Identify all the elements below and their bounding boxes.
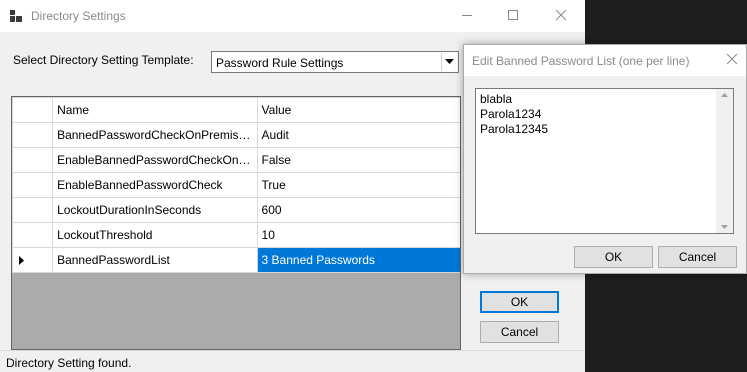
table-row-selected[interactable]: BannedPasswordList 3 Banned Passwords (12, 247, 460, 273)
settings-grid[interactable]: Name Value BannedPasswordCheckOnPremises… (11, 96, 461, 350)
vertical-scrollbar[interactable] (716, 89, 733, 233)
dialog-title-bar: Edit Banned Password List (one per line) (464, 45, 746, 76)
setting-name-cell[interactable]: EnableBannedPasswordCheck (52, 172, 258, 198)
status-text: Directory Setting found. (6, 356, 132, 370)
template-selected-value: Password Rule Settings (216, 56, 344, 70)
table-row[interactable]: LockoutDurationInSeconds 600 (12, 197, 460, 223)
status-bar: Directory Setting found. (0, 350, 585, 372)
edit-banned-password-dialog: Edit Banned Password List (one per line)… (463, 44, 747, 274)
dialog-ok-button[interactable]: OK (574, 246, 653, 268)
setting-name-cell[interactable]: BannedPasswordCheckOnPremisesMode (52, 122, 258, 148)
maximize-button[interactable] (491, 0, 537, 32)
table-row[interactable]: EnableBannedPasswordCheckOnPremises Fals… (12, 147, 460, 173)
title-bar: Directory Settings (0, 0, 585, 32)
setting-name-cell[interactable]: LockoutThreshold (52, 222, 258, 248)
row-header[interactable] (12, 122, 54, 148)
scroll-up-arrow-icon[interactable] (721, 93, 728, 97)
row-header[interactable] (12, 247, 54, 273)
table-row[interactable]: EnableBannedPasswordCheck True (12, 172, 460, 198)
column-header-name[interactable]: Name (52, 97, 258, 123)
dialog-cancel-button[interactable]: Cancel (658, 246, 737, 268)
row-header[interactable] (12, 222, 54, 248)
template-dropdown[interactable]: Password Rule Settings (211, 51, 459, 73)
setting-value-cell[interactable]: 600 (256, 197, 460, 223)
grid-header-row: Name Value (12, 97, 460, 123)
row-header[interactable] (12, 147, 54, 173)
setting-value-cell[interactable]: 3 Banned Passwords (256, 247, 460, 273)
minimize-icon (462, 15, 472, 16)
setting-value-cell[interactable]: 10 (256, 222, 460, 248)
column-header-value[interactable]: Value (256, 97, 460, 123)
password-line: Parola12345 (480, 122, 549, 136)
current-row-arrow-icon (19, 256, 24, 265)
setting-value-cell[interactable]: Audit (256, 122, 460, 148)
textarea-content: blabla Parola1234 Parola12345 (480, 92, 548, 137)
password-line: blabla (480, 92, 513, 106)
minimize-button[interactable] (445, 0, 491, 32)
chevron-down-icon (445, 59, 454, 64)
row-header[interactable] (12, 172, 54, 198)
row-header-corner (12, 97, 54, 123)
app-icon (10, 10, 22, 22)
setting-name-cell[interactable]: LockoutDurationInSeconds (52, 197, 258, 223)
window-title: Directory Settings (31, 9, 126, 23)
close-icon[interactable] (727, 54, 738, 65)
setting-value-cell[interactable]: True (256, 172, 460, 198)
setting-value-cell[interactable]: False (256, 147, 460, 173)
setting-name-cell[interactable]: EnableBannedPasswordCheckOnPremises (52, 147, 258, 173)
maximize-icon (508, 10, 518, 20)
scroll-down-arrow-icon[interactable] (721, 225, 728, 229)
cancel-button[interactable]: Cancel (480, 321, 559, 343)
dialog-title: Edit Banned Password List (one per line) (472, 54, 690, 68)
banned-password-textarea[interactable]: blabla Parola1234 Parola12345 (475, 88, 734, 234)
table-row[interactable]: LockoutThreshold 10 (12, 222, 460, 248)
setting-name-cell[interactable]: BannedPasswordList (52, 247, 258, 273)
ok-button[interactable]: OK (480, 291, 559, 313)
close-icon (556, 10, 567, 21)
table-row[interactable]: BannedPasswordCheckOnPremisesMode Audit (12, 122, 460, 148)
template-label: Select Directory Setting Template: (13, 53, 194, 67)
password-line: Parola1234 (480, 107, 542, 121)
dropdown-arrow[interactable] (441, 53, 457, 71)
row-header[interactable] (12, 197, 54, 223)
close-button[interactable] (539, 0, 585, 32)
